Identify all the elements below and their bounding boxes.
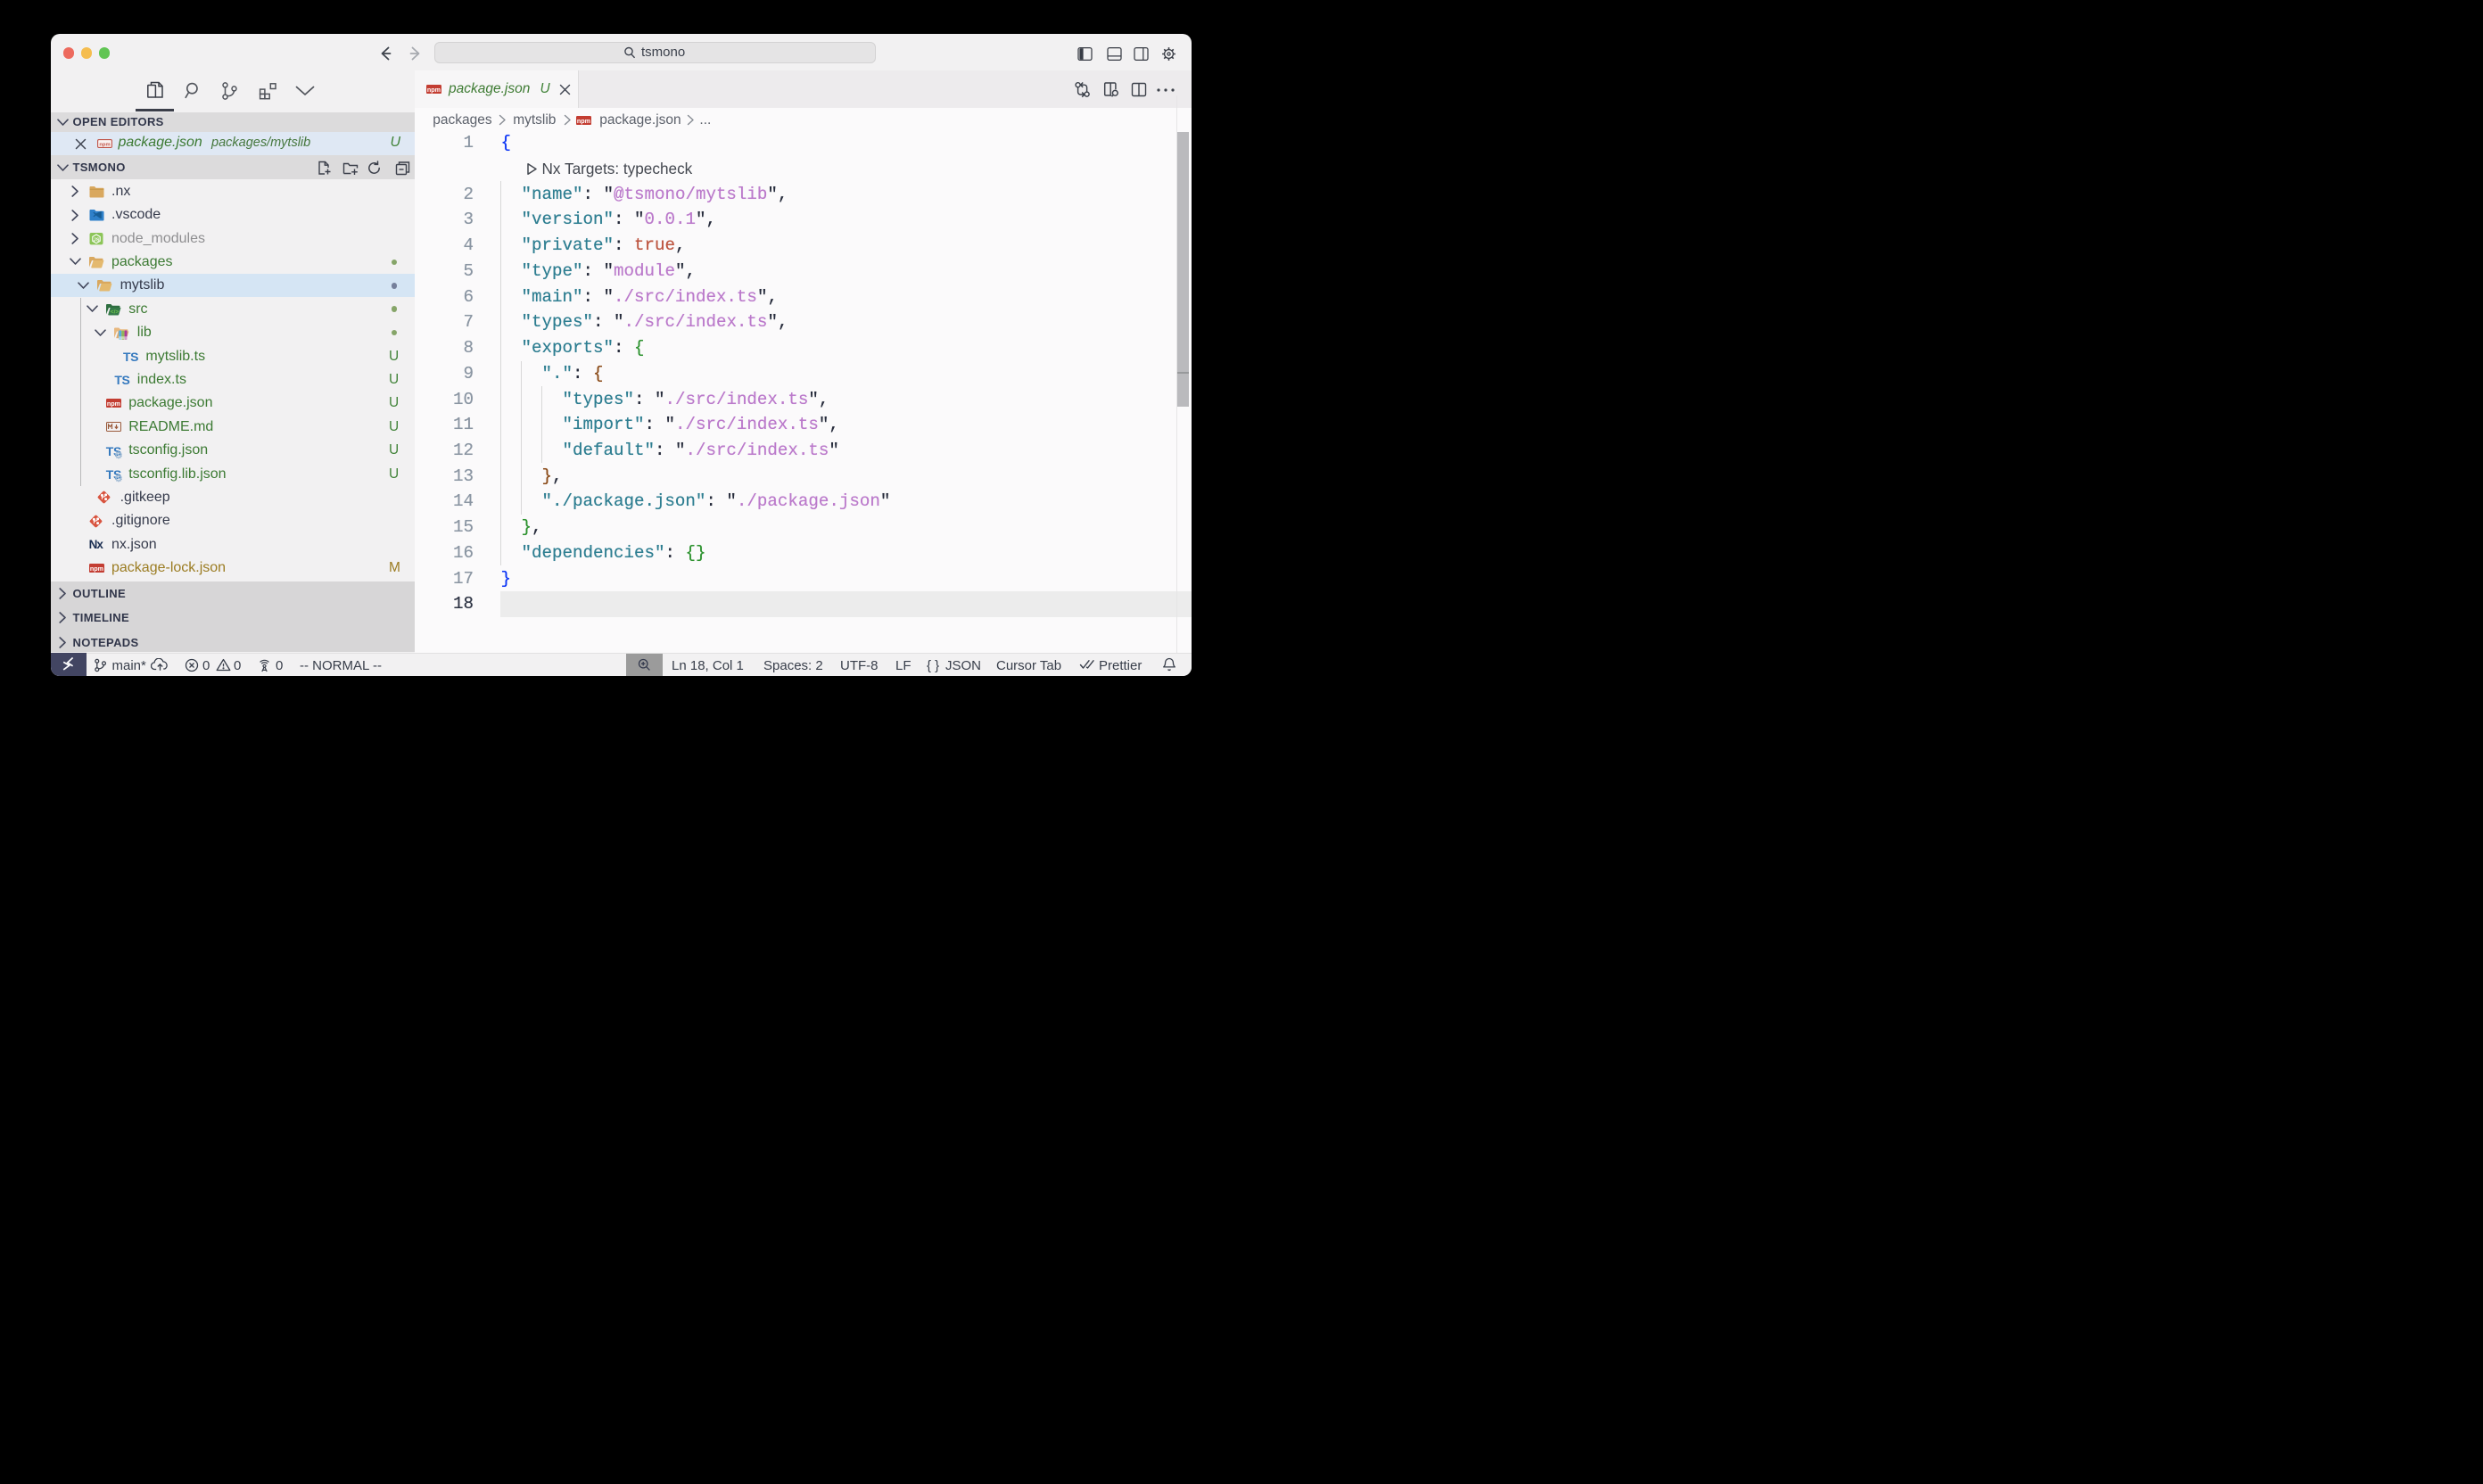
svg-text:JS: JS (93, 237, 99, 243)
svg-text:npm: npm (90, 565, 103, 573)
svg-text:</>: </> (111, 309, 120, 315)
svg-text:npm: npm (577, 117, 590, 125)
svg-text:npm: npm (427, 86, 441, 94)
svg-text:npm: npm (107, 400, 120, 408)
svg-text:npm: npm (99, 142, 110, 147)
